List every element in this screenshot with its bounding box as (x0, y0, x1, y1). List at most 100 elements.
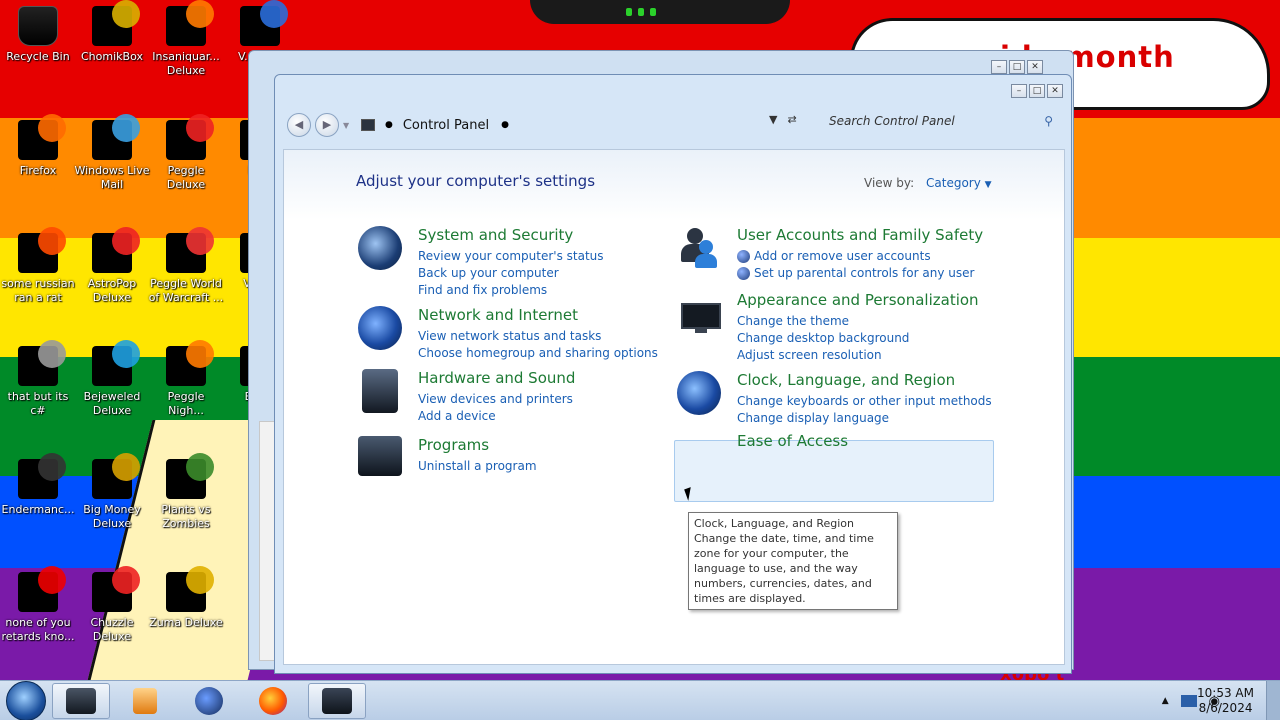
category-title[interactable]: Network and Internet (418, 306, 578, 324)
desktop-icon[interactable]: Zuma Deluxe (148, 566, 224, 630)
desktop-app-icon[interactable] (166, 114, 214, 160)
link-keyboards[interactable]: Change keyboards or other input methods (737, 393, 992, 410)
taskbar-item-media-player[interactable] (116, 683, 174, 719)
desktop-app-icon[interactable] (166, 340, 214, 386)
taskbar-item-control-panel[interactable] (308, 682, 366, 719)
desktop-app-icon[interactable] (18, 6, 58, 46)
breadcrumb-separator-icon[interactable]: ● (501, 120, 509, 130)
link-add-device[interactable]: Add a device (418, 408, 573, 425)
clock[interactable]: 10:53 AM 8/6/2024 (1197, 686, 1254, 716)
printer-speaker-icon[interactable] (362, 369, 398, 413)
desktop-app-icon[interactable] (18, 227, 66, 273)
link-text[interactable]: Add or remove user accounts (754, 248, 931, 265)
desktop-app-icon[interactable] (166, 566, 214, 612)
close-button[interactable]: ✕ (1027, 60, 1043, 74)
back-button[interactable]: ◀ (287, 113, 311, 137)
desktop-icon[interactable]: that but its c# (0, 340, 76, 418)
category-title[interactable]: Clock, Language, and Region (737, 371, 955, 389)
maximize-button[interactable]: □ (1029, 84, 1045, 98)
desktop-app-icon[interactable] (166, 453, 214, 499)
desktop-app-icon[interactable] (18, 114, 66, 160)
monitor-icon[interactable] (677, 291, 725, 339)
desktop-icon[interactable]: Plants vs Zombies (148, 453, 224, 531)
view-by-dropdown[interactable]: Category ▼ (926, 176, 992, 190)
link-review-status[interactable]: Review your computer's status (418, 248, 604, 265)
desktop-icon[interactable]: Peggle Deluxe (148, 114, 224, 192)
link-screen-resolution[interactable]: Adjust screen resolution (737, 347, 909, 364)
link-change-theme[interactable]: Change the theme (737, 313, 909, 330)
search-box[interactable]: Search Control Panel ⚲ (821, 108, 1061, 134)
desktop-icon[interactable]: AstroPop Deluxe (74, 227, 150, 305)
desktop-icon[interactable]: none of you retards kno... (0, 566, 76, 644)
breadcrumb-separator-icon[interactable]: ● (385, 120, 393, 130)
network-icon[interactable] (1180, 695, 1197, 707)
start-button[interactable] (6, 680, 46, 720)
desktop-app-icon[interactable] (166, 0, 214, 46)
desktop-icon[interactable]: Big Money Deluxe (74, 453, 150, 531)
desktop-icon[interactable]: Chuzzle Deluxe (74, 566, 150, 644)
desktop-icon[interactable]: Windows Live Mail (74, 114, 150, 192)
maximize-button[interactable]: □ (1009, 60, 1025, 74)
refresh-icon[interactable]: ⇄ (787, 113, 796, 126)
view-by-value[interactable]: Category (926, 176, 981, 190)
forward-button[interactable]: ▶ (315, 113, 339, 137)
link-find-fix[interactable]: Find and fix problems (418, 282, 604, 299)
desktop-app-icon[interactable] (92, 0, 140, 46)
desktop-app-icon[interactable] (92, 227, 140, 273)
desktop-app-icon[interactable] (18, 340, 66, 386)
chevron-down-icon[interactable]: ▼ (985, 180, 992, 190)
desktop-app-icon[interactable] (240, 0, 288, 46)
desktop-icon[interactable]: some russian ran a rat (0, 227, 76, 305)
desktop-app-icon[interactable] (92, 453, 140, 499)
clock-time[interactable]: 10:53 AM (1197, 686, 1254, 701)
category-title[interactable]: User Accounts and Family Safety (737, 226, 983, 244)
link-add-remove-users[interactable]: Add or remove user accounts (737, 248, 974, 265)
category-title[interactable]: Programs (418, 436, 489, 454)
category-title[interactable]: System and Security (418, 226, 573, 244)
desktop-icon[interactable]: Recycle Bin (0, 6, 76, 64)
desktop-app-icon[interactable] (18, 566, 66, 612)
link-text[interactable]: Set up parental controls for any user (754, 265, 974, 282)
link-homegroup[interactable]: Choose homegroup and sharing options (418, 345, 658, 362)
breadcrumb-control-panel[interactable]: Control Panel (403, 118, 489, 133)
users-icon[interactable] (677, 226, 725, 274)
category-title[interactable]: Appearance and Personalization (737, 291, 979, 309)
close-button[interactable]: ✕ (1047, 84, 1063, 98)
search-icon[interactable]: ⚲ (1044, 114, 1053, 128)
link-uninstall[interactable]: Uninstall a program (418, 458, 537, 475)
address-dropdown-icon[interactable]: ▼ (769, 113, 777, 126)
desktop-icon[interactable]: Peggle World of Warcraft ... (148, 227, 224, 305)
clock-globe-icon[interactable] (677, 371, 721, 415)
link-desktop-background[interactable]: Change desktop background (737, 330, 909, 347)
category-title[interactable]: Ease of Access (737, 432, 848, 450)
link-devices-printers[interactable]: View devices and printers (418, 391, 573, 408)
desktop-icon[interactable]: ChomikBox (74, 0, 150, 64)
show-desktop-button[interactable] (1266, 681, 1280, 720)
address-bar[interactable]: ● Control Panel ● (361, 110, 509, 140)
minimize-button[interactable]: – (991, 60, 1007, 74)
desktop-icon[interactable]: Peggle Nigh... (148, 340, 224, 418)
desktop-icon[interactable]: Insaniquar... Deluxe (148, 0, 224, 78)
taskbar-item-firefox[interactable] (244, 683, 302, 719)
taskbar-item-explorer[interactable] (52, 682, 110, 719)
taskbar-item-globe[interactable] (180, 683, 238, 719)
desktop-app-icon[interactable] (18, 453, 66, 499)
desktop-icon[interactable]: Endermanc... (0, 453, 76, 517)
desktop-icon[interactable]: Firefox (0, 114, 76, 178)
link-network-status[interactable]: View network status and tasks (418, 328, 658, 345)
show-hidden-icons-icon[interactable]: ▲ (1162, 696, 1169, 706)
recent-pages-dropdown-icon[interactable]: ▼ (343, 121, 353, 130)
desktop-app-icon[interactable] (92, 340, 140, 386)
link-parental-controls[interactable]: Set up parental controls for any user (737, 265, 974, 282)
clock-date[interactable]: 8/6/2024 (1197, 701, 1254, 716)
minimize-button[interactable]: – (1011, 84, 1027, 98)
system-security-icon[interactable] (358, 226, 402, 270)
desktop-app-icon[interactable] (166, 227, 214, 273)
desktop-app-icon[interactable] (92, 566, 140, 612)
link-backup[interactable]: Back up your computer (418, 265, 604, 282)
programs-icon[interactable] (358, 436, 402, 476)
network-globe-icon[interactable] (358, 306, 402, 350)
category-title[interactable]: Hardware and Sound (418, 369, 575, 387)
desktop-icon[interactable]: Bejeweled Deluxe (74, 340, 150, 418)
search-input[interactable]: Search Control Panel (829, 114, 955, 128)
